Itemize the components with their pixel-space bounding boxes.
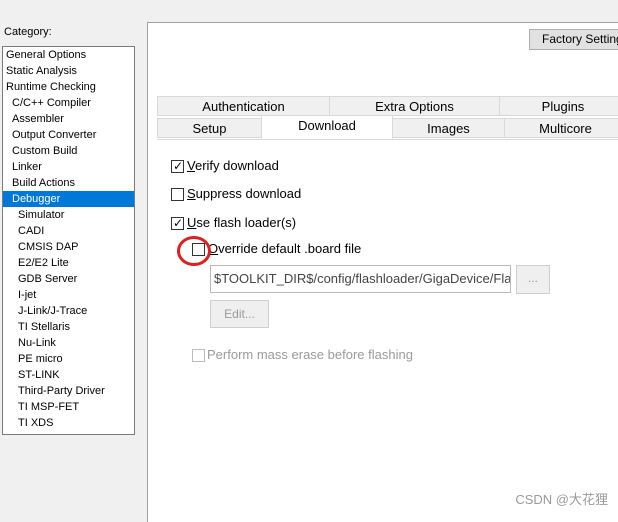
sidebar-item-runtime-checking[interactable]: Runtime Checking <box>3 79 134 95</box>
sidebar-item-cadi[interactable]: CADI <box>3 223 134 239</box>
verify-download-label: Verify download <box>187 158 279 173</box>
sidebar-item-e2-e2-lite[interactable]: E2/E2 Lite <box>3 255 134 271</box>
category-list[interactable]: General Options Static Analysis Runtime Ch… <box>2 46 135 435</box>
checkmark-icon: ✓ <box>173 159 184 173</box>
sidebar-item-general-options[interactable]: General Options <box>3 47 134 63</box>
factory-settings-button[interactable]: Factory Settings <box>529 29 618 50</box>
tab-download[interactable]: Download <box>261 115 393 139</box>
sidebar-item-ti-msp-fet[interactable]: TI MSP-FET <box>3 399 134 415</box>
browse-button[interactable]: ... <box>516 265 550 294</box>
sidebar-item-linker[interactable]: Linker <box>3 159 134 175</box>
checkmark-icon: ✓ <box>173 216 184 230</box>
sidebar-item-build-actions[interactable]: Build Actions <box>3 175 134 191</box>
tab-extra-options[interactable]: Extra Options <box>329 96 500 116</box>
sidebar-item-ti-stellaris[interactable]: TI Stellaris <box>3 319 134 335</box>
tab-images[interactable]: Images <box>392 118 505 138</box>
mass-erase-checkbox[interactable] <box>192 349 205 362</box>
sidebar-item-j-link-j-trace[interactable]: J-Link/J-Trace <box>3 303 134 319</box>
sidebar-item-i-jet[interactable]: I-jet <box>3 287 134 303</box>
watermark: CSDN @大花狸 <box>515 492 608 507</box>
sidebar-item-static-analysis[interactable]: Static Analysis <box>3 63 134 79</box>
category-label: Category: <box>4 26 52 38</box>
board-file-path-field[interactable]: $TOOLKIT_DIR$/config/flashloader/GigaDev… <box>210 265 511 293</box>
tab-authentication[interactable]: Authentication <box>157 96 330 116</box>
verify-download-checkbox[interactable]: ✓ <box>171 159 184 173</box>
tab-multicore[interactable]: Multicore <box>504 118 618 138</box>
highlight-circle-annotation <box>177 236 211 266</box>
sidebar-item-ti-xds[interactable]: TI XDS <box>3 415 134 431</box>
suppress-download-checkbox[interactable] <box>171 188 184 201</box>
sidebar-item-debugger[interactable]: Debugger <box>3 191 134 207</box>
mass-erase-label: Perform mass erase before flashing <box>207 347 413 362</box>
sidebar-item-assembler[interactable]: Assembler <box>3 111 134 127</box>
tab-plugins[interactable]: Plugins <box>499 96 618 116</box>
sidebar-item-cmsis-dap[interactable]: CMSIS DAP <box>3 239 134 255</box>
use-flash-loader-checkbox[interactable]: ✓ <box>171 216 184 230</box>
sidebar-item-gdb-server[interactable]: GDB Server <box>3 271 134 287</box>
override-board-file-label: Override default .board file <box>208 241 362 256</box>
sidebar-item-pe-micro[interactable]: PE micro <box>3 351 134 367</box>
use-flash-loader-label: Use flash loader(s) <box>187 215 297 230</box>
sidebar-item-c-c-compiler[interactable]: C/C++ Compiler <box>3 95 134 111</box>
sidebar-item-custom-build[interactable]: Custom Build <box>3 143 134 159</box>
suppress-download-label: Suppress download <box>187 186 302 201</box>
sidebar-item-output-converter[interactable]: Output Converter <box>3 127 134 143</box>
sidebar-item-third-party-driver[interactable]: Third-Party Driver <box>3 383 134 399</box>
tab-setup[interactable]: Setup <box>157 118 262 138</box>
edit-button[interactable]: Edit... <box>210 300 269 328</box>
tab-divider <box>157 139 618 140</box>
sidebar-item-nu-link[interactable]: Nu-Link <box>3 335 134 351</box>
sidebar-item-st-link[interactable]: ST-LINK <box>3 367 134 383</box>
sidebar-item-simulator[interactable]: Simulator <box>3 207 134 223</box>
